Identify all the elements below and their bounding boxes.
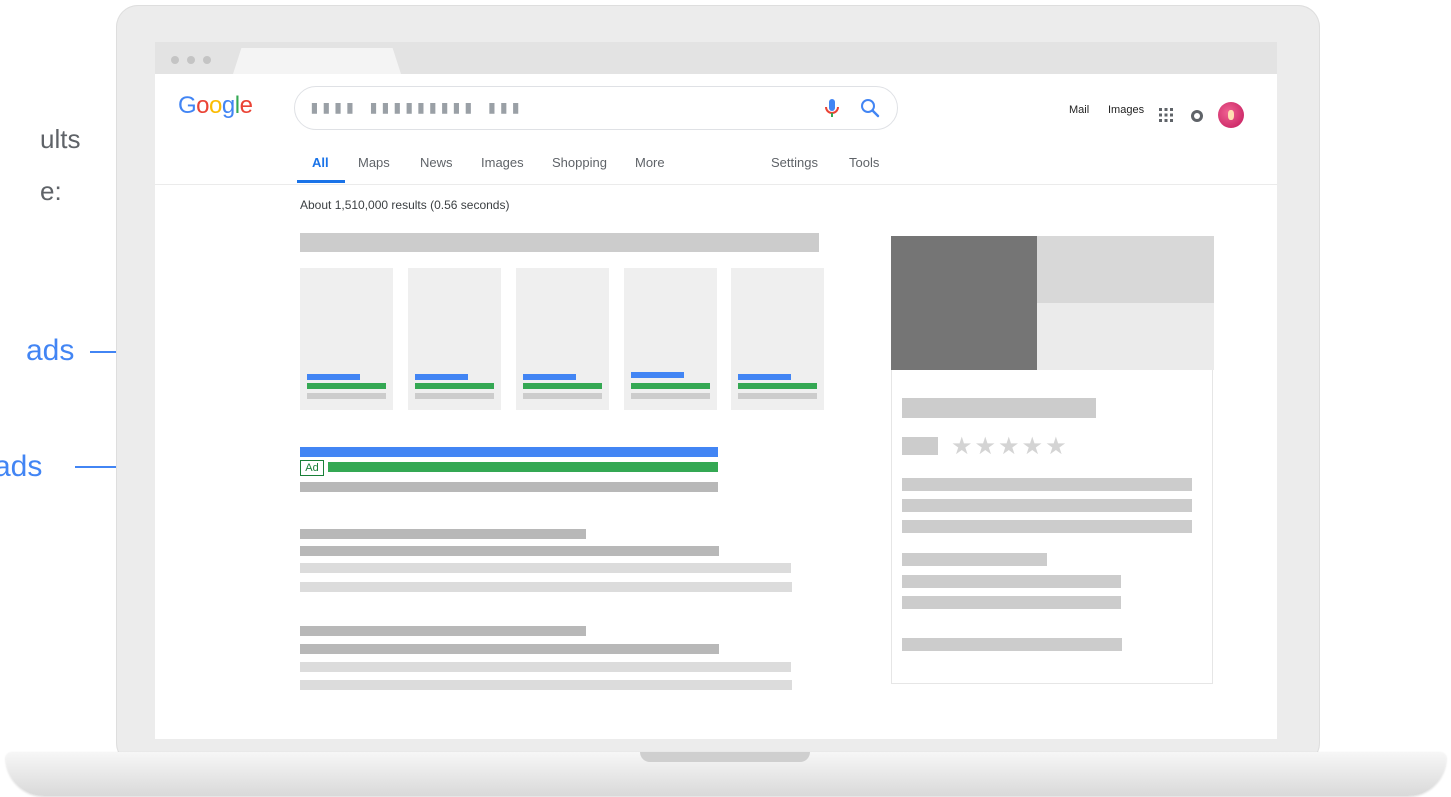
rating-value-placeholder bbox=[902, 437, 938, 455]
logo-letter: o bbox=[209, 92, 222, 119]
text-ad-url-placeholder bbox=[328, 462, 718, 472]
images-link[interactable]: Images bbox=[1108, 104, 1144, 116]
organic-result-url-placeholder bbox=[300, 644, 719, 654]
tab-shopping[interactable]: Shopping bbox=[552, 155, 607, 170]
ad-price-placeholder bbox=[738, 383, 817, 389]
shopping-ad-card[interactable] bbox=[516, 268, 609, 410]
shopping-ad-card[interactable] bbox=[731, 268, 824, 410]
mail-link[interactable]: Mail bbox=[1069, 104, 1089, 116]
laptop-notch bbox=[640, 752, 810, 762]
tab-news[interactable]: News bbox=[420, 155, 453, 170]
ad-badge: Ad bbox=[300, 460, 324, 476]
apps-grid-icon[interactable] bbox=[1159, 108, 1173, 122]
knowledge-panel-line bbox=[902, 478, 1192, 491]
ad-title-placeholder bbox=[631, 372, 684, 378]
logo-letter: e bbox=[239, 92, 253, 119]
organic-result-snippet-placeholder bbox=[300, 582, 792, 592]
knowledge-panel-line bbox=[902, 575, 1121, 588]
shopping-ads-callout-label: ads bbox=[26, 334, 75, 367]
organic-result-title-placeholder[interactable] bbox=[300, 529, 586, 539]
ad-price-placeholder bbox=[631, 383, 710, 389]
microphone-icon[interactable] bbox=[822, 97, 842, 119]
window-maximize-dot[interactable] bbox=[203, 56, 211, 64]
knowledge-panel-line bbox=[902, 499, 1192, 512]
text-ad-description-placeholder bbox=[300, 482, 718, 492]
ad-title-placeholder bbox=[415, 374, 468, 380]
ad-price-placeholder bbox=[523, 383, 602, 389]
shopping-ad-card[interactable] bbox=[624, 268, 717, 410]
knowledge-panel-line bbox=[902, 520, 1192, 533]
ad-title-placeholder bbox=[738, 374, 791, 380]
logo-letter: G bbox=[178, 92, 197, 119]
tab-more[interactable]: More bbox=[635, 155, 665, 170]
ad-title-placeholder bbox=[523, 374, 576, 380]
ad-price-placeholder bbox=[307, 383, 386, 389]
ad-merchant-placeholder bbox=[738, 393, 817, 399]
shopping-ads-header-placeholder bbox=[300, 233, 819, 252]
organic-result-url-placeholder bbox=[300, 546, 719, 556]
organic-result-title-placeholder[interactable] bbox=[300, 626, 586, 636]
knowledge-panel-title-placeholder bbox=[902, 398, 1096, 418]
knowledge-panel-image-top[interactable] bbox=[1037, 236, 1214, 303]
browser-screen: Google ▮▮▮▮ ▮▮▮▮▮▮▮▮▮ ▮▮▮ Mail Images Al… bbox=[155, 42, 1277, 739]
search-icon[interactable] bbox=[859, 97, 881, 119]
shopping-ad-card[interactable] bbox=[300, 268, 393, 410]
ad-merchant-placeholder bbox=[523, 393, 602, 399]
ad-merchant-placeholder bbox=[415, 393, 494, 399]
organic-result-snippet-placeholder bbox=[300, 563, 791, 573]
tab-tools[interactable]: Tools bbox=[849, 155, 879, 170]
tab-images[interactable]: Images bbox=[481, 155, 524, 170]
ad-merchant-placeholder bbox=[307, 393, 386, 399]
tab-maps[interactable]: Maps bbox=[358, 155, 390, 170]
knowledge-panel-image-bottom[interactable] bbox=[1037, 303, 1214, 370]
window-minimize-dot[interactable] bbox=[187, 56, 195, 64]
tab-all[interactable]: All bbox=[312, 155, 329, 170]
text-ad-title-placeholder[interactable] bbox=[300, 447, 718, 457]
browser-tab[interactable] bbox=[233, 48, 401, 74]
caption-text-line-1: ults bbox=[40, 124, 81, 154]
notifications-icon[interactable] bbox=[1191, 110, 1203, 122]
logo-letter: g bbox=[221, 92, 235, 119]
ad-price-placeholder bbox=[415, 383, 494, 389]
shopping-ad-card[interactable] bbox=[408, 268, 501, 410]
header-divider bbox=[155, 184, 1277, 185]
tab-settings[interactable]: Settings bbox=[771, 155, 818, 170]
text-ads-callout-label: ads bbox=[0, 450, 43, 483]
ad-title-placeholder bbox=[307, 374, 360, 380]
window-close-dot[interactable] bbox=[171, 56, 179, 64]
organic-result-snippet-placeholder bbox=[300, 680, 792, 690]
rating-stars: ★★★★★ bbox=[951, 432, 1069, 460]
ad-merchant-placeholder bbox=[631, 393, 710, 399]
knowledge-panel-line bbox=[902, 596, 1121, 609]
knowledge-panel-main-image[interactable] bbox=[891, 236, 1037, 370]
organic-result-snippet-placeholder bbox=[300, 662, 791, 672]
search-query-text: ▮▮▮▮ ▮▮▮▮▮▮▮▮▮ ▮▮▮ bbox=[309, 97, 523, 118]
result-stats: About 1,510,000 results (0.56 seconds) bbox=[300, 198, 510, 212]
account-avatar[interactable] bbox=[1218, 102, 1244, 128]
search-box[interactable]: ▮▮▮▮ ▮▮▮▮▮▮▮▮▮ ▮▮▮ bbox=[294, 86, 898, 130]
knowledge-panel-line bbox=[902, 638, 1122, 651]
active-tab-indicator bbox=[297, 180, 345, 183]
logo-letter: o bbox=[196, 92, 210, 119]
caption-text-line-2: e: bbox=[40, 176, 62, 206]
knowledge-panel-line bbox=[902, 553, 1047, 566]
google-logo[interactable]: Google bbox=[178, 92, 253, 120]
